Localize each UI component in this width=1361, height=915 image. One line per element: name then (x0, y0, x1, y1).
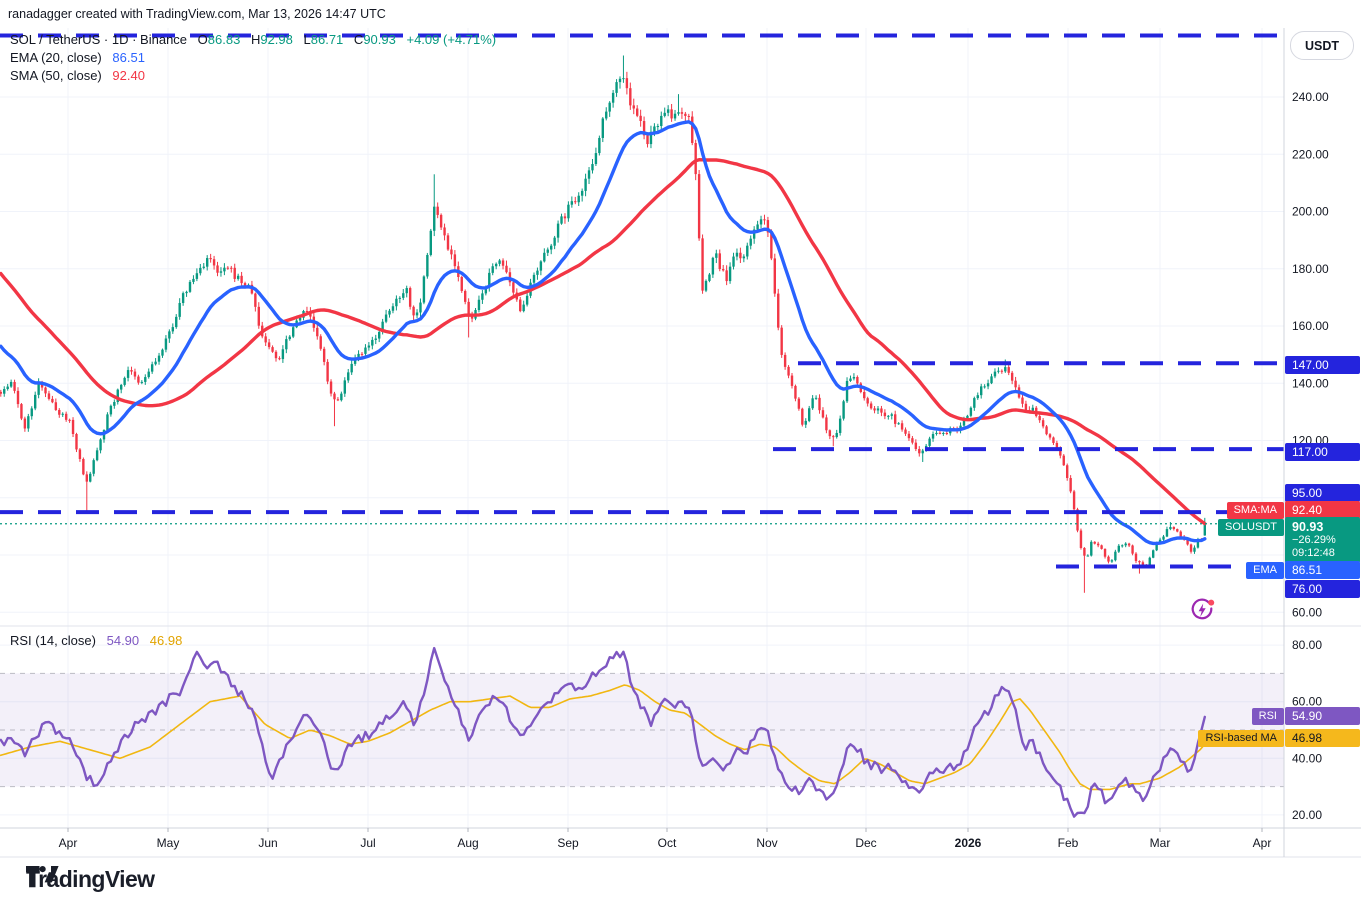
svg-text:Nov: Nov (756, 836, 777, 850)
svg-text:Oct: Oct (658, 836, 677, 850)
ohlc-open-value: 86.83 (208, 32, 241, 47)
ohlc-high-label: H (251, 32, 260, 47)
last-price-change: −26.29% (1292, 534, 1360, 547)
svg-text:180.00: 180.00 (1292, 262, 1329, 276)
ema-series-tag: EMA (1246, 562, 1284, 579)
svg-text:220.00: 220.00 (1292, 147, 1329, 161)
svg-text:240.00: 240.00 (1292, 90, 1329, 104)
ema-legend-row: EMA (20, close) 86.51 (10, 49, 496, 67)
rsi-axis-badge: 54.90 (1285, 707, 1360, 725)
svg-text:80.00: 80.00 (1292, 638, 1322, 652)
svg-text:Feb: Feb (1058, 836, 1079, 850)
rsi-ma-value: 46.98 (150, 633, 183, 648)
svg-text:Dec: Dec (855, 836, 876, 850)
svg-text:140.00: 140.00 (1292, 376, 1329, 390)
symbol-legend-row: SOL / TetherUS · 1D · Binance O86.83 H92… (10, 31, 496, 49)
tradingview-logo-mark (26, 866, 59, 893)
rsi-ma-axis-badge: 46.98 (1285, 729, 1360, 747)
ohlc-close-label: C (354, 32, 363, 47)
svg-text:Jul: Jul (360, 836, 375, 850)
ohlc-high-value: 92.98 (260, 32, 293, 47)
sma-legend-row: SMA (50, close) 92.40 (10, 67, 496, 85)
change-value: +4.09 (+4.71%) (406, 32, 496, 47)
level-badge-147: 147.00 (1285, 356, 1360, 374)
svg-text:200.00: 200.00 (1292, 205, 1329, 219)
svg-text:Apr: Apr (59, 836, 78, 850)
ema-axis-badge: 86.51 (1285, 561, 1360, 579)
sma-series-tag: SMA:MA (1227, 502, 1284, 519)
ohlc-close-value: 90.93 (363, 32, 396, 47)
svg-text:Sep: Sep (557, 836, 579, 850)
ema-label: EMA (20, close) (10, 50, 102, 65)
level-badge-76: 76.00 (1285, 580, 1360, 598)
ohlc-low-value: 86.71 (311, 32, 344, 47)
svg-text:May: May (157, 836, 180, 850)
level-badge-117: 117.00 (1285, 443, 1360, 461)
svg-text:Jun: Jun (258, 836, 277, 850)
last-price-badge: 90.93 −26.29% 09:12:48 (1285, 517, 1360, 563)
svg-text:20.00: 20.00 (1292, 808, 1322, 822)
last-price-value: 90.93 (1292, 520, 1360, 534)
tradingview-chart-export: ranadagger created with TradingView.com,… (0, 0, 1361, 915)
bar-countdown: 09:12:48 (1292, 547, 1360, 560)
currency-toggle-button[interactable]: USDT (1290, 31, 1354, 60)
rsi-legend: RSI (14, close) 54.90 46.98 (10, 633, 182, 648)
rsi-label: RSI (14, close) (10, 633, 96, 648)
rsi-value: 54.90 (107, 633, 140, 648)
chart-canvas[interactable]: 240.00220.00200.00180.00160.00140.00120.… (0, 0, 1361, 915)
ohlc-low-label: L (304, 32, 311, 47)
sma-value: 92.40 (112, 68, 145, 83)
main-legend: SOL / TetherUS · 1D · Binance O86.83 H92… (10, 31, 496, 85)
tradingview-logo: TradingView (26, 866, 154, 893)
svg-text:Mar: Mar (1150, 836, 1171, 850)
rsi-ma-series-tag: RSI-based MA (1198, 730, 1284, 747)
rsi-series-tag: RSI (1252, 708, 1284, 725)
symbol-series-tag: SOLUSDT (1218, 519, 1284, 536)
ema-value: 86.51 (112, 50, 145, 65)
symbol-title: SOL / TetherUS · 1D · Binance (10, 32, 187, 47)
svg-text:Aug: Aug (457, 836, 478, 850)
sma-label: SMA (50, close) (10, 68, 102, 83)
level-badge-95: 95.00 (1285, 484, 1360, 502)
svg-text:40.00: 40.00 (1292, 751, 1322, 765)
svg-text:2026: 2026 (955, 836, 982, 850)
svg-text:60.00: 60.00 (1292, 605, 1322, 619)
svg-text:Apr: Apr (1253, 836, 1272, 850)
svg-text:160.00: 160.00 (1292, 319, 1329, 333)
ohlc-open-label: O (198, 32, 208, 47)
